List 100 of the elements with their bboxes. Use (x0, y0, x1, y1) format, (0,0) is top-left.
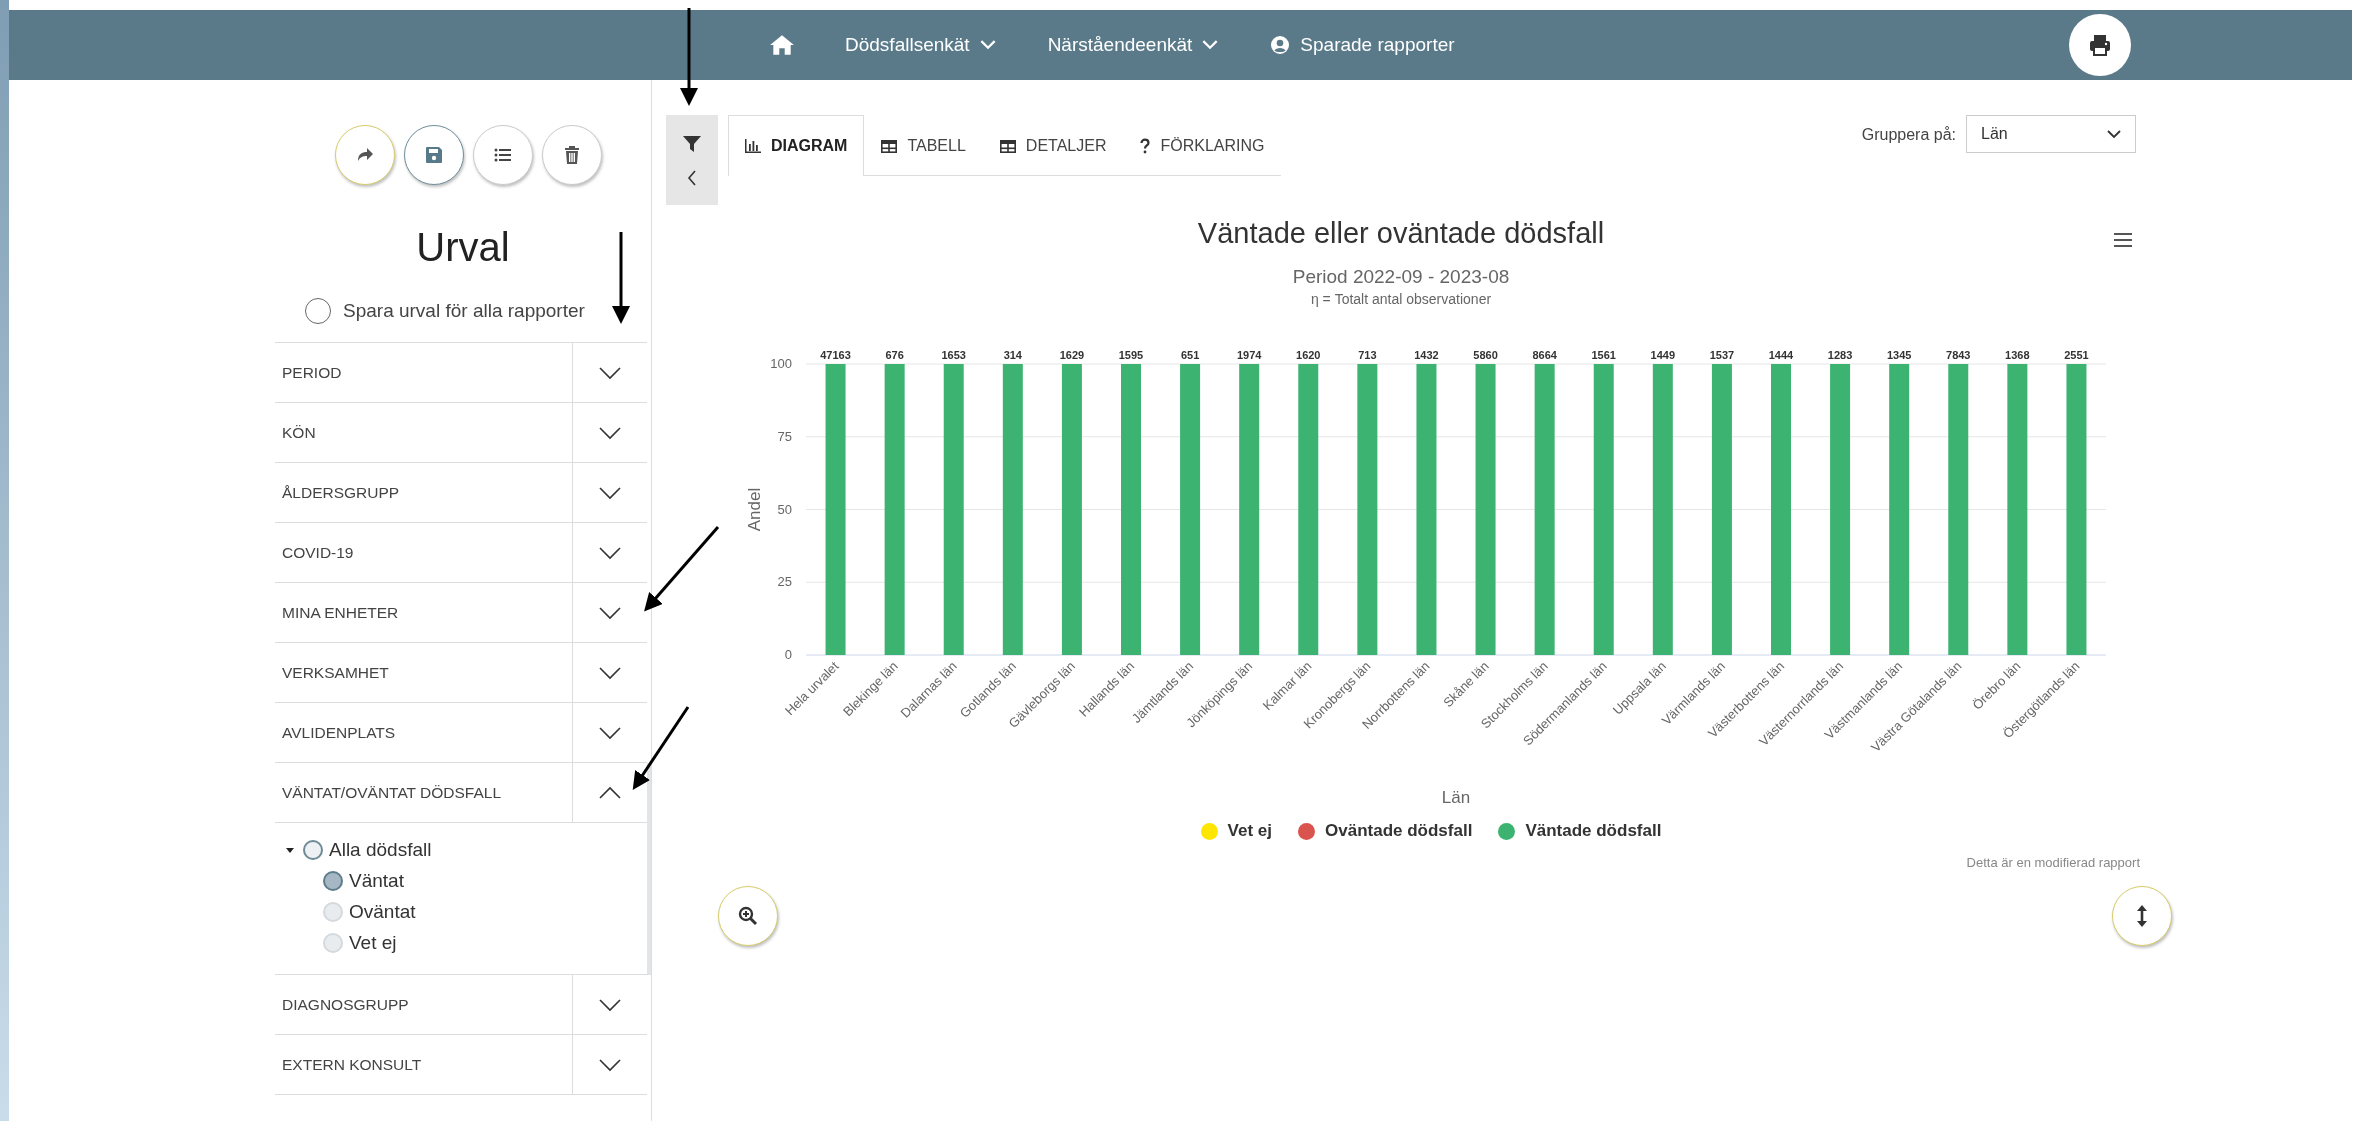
panel-title: Urval (415, 225, 511, 270)
list-button[interactable] (472, 125, 533, 185)
data-label: 1537 (1709, 349, 1735, 361)
legend-item[interactable]: Oväntade dödsfall (1298, 821, 1473, 841)
filter-section-header[interactable]: VÄNTAT/OVÄNTAT DÖDSFALL (275, 763, 572, 822)
option-label[interactable]: Oväntat (349, 900, 416, 923)
delete-button[interactable] (541, 125, 602, 185)
data-label: 1629 (1059, 349, 1085, 361)
nav-dropdown[interactable]: Närståendeenkät (1047, 34, 1219, 56)
axis-title: Län (1441, 788, 1471, 807)
bar[interactable] (825, 364, 846, 655)
save-all-option[interactable]: Spara urval för alla rapporter (305, 298, 651, 324)
bar[interactable] (1002, 364, 1023, 655)
zoom-in-icon (738, 906, 758, 926)
axis-tick-label: 50 (777, 501, 792, 517)
data-label: 651 (1180, 349, 1200, 361)
chart-note: η = Totalt antal observationer (1309, 291, 1493, 307)
tab[interactable]: DETALJER (982, 115, 1124, 176)
bar[interactable] (1534, 364, 1555, 655)
filter-section-header[interactable]: DIAGNOSGRUPP (275, 975, 572, 1034)
data-label: 47163 (820, 349, 851, 361)
filter-section-header[interactable]: PERIOD (275, 343, 572, 402)
bar[interactable] (2066, 364, 2087, 655)
bar[interactable] (884, 364, 905, 655)
group-by-select[interactable]: Län (1966, 115, 2136, 153)
radio-button[interactable] (323, 870, 343, 891)
data-label: 1444 (1768, 349, 1794, 361)
bar[interactable] (2007, 364, 2028, 655)
bar[interactable] (1711, 364, 1732, 655)
bar[interactable] (1061, 364, 1082, 655)
bar[interactable] (1593, 364, 1614, 655)
saved-reports-link[interactable]: Sparade rapporter (1270, 34, 1455, 56)
save-button[interactable] (403, 125, 464, 185)
caret-down-icon[interactable] (285, 845, 295, 855)
share-button[interactable] (334, 125, 395, 185)
data-label: 713 (1358, 349, 1377, 361)
legend-item[interactable]: Vet ej (1200, 821, 1272, 841)
radio-button[interactable] (305, 298, 331, 324)
data-label: 1595 (1118, 349, 1144, 361)
table-icon (881, 139, 898, 153)
data-label: 5860 (1473, 349, 1498, 361)
axis-tick-label: 25 (777, 574, 792, 590)
printer-icon (2088, 33, 2112, 57)
filter-section-header[interactable]: KÖN (275, 403, 572, 462)
bar[interactable] (1948, 364, 1969, 655)
group-by-label: Gruppera på: (1861, 126, 1956, 144)
bar[interactable] (1475, 364, 1496, 655)
option-label[interactable]: Alla dödsfall (329, 839, 432, 861)
user-icon (1270, 35, 1291, 55)
bar[interactable] (1298, 364, 1319, 655)
bar[interactable] (1830, 364, 1851, 655)
filter-section-header[interactable]: AVLIDENPLATS (275, 703, 572, 762)
data-label: 8664 (1532, 349, 1557, 361)
menu-icon (2114, 233, 2132, 247)
resize-button[interactable] (2112, 886, 2172, 946)
data-label: 1974 (1236, 349, 1262, 361)
axis-tick-label: 0 (784, 647, 792, 662)
data-label: 314 (1003, 349, 1022, 361)
filter-section-header[interactable]: EXTERN KONSULT (275, 1035, 572, 1094)
data-label: 1368 (2005, 349, 2030, 361)
tab[interactable]: DIAGRAM (728, 115, 865, 176)
bar[interactable] (1889, 364, 1910, 655)
data-label: 676 (885, 349, 904, 361)
bar[interactable] (1357, 364, 1378, 655)
legend-item[interactable]: Väntade dödsfall (1498, 821, 1662, 841)
chevron-down-icon (2107, 129, 2121, 139)
tab[interactable]: TABELL (864, 115, 983, 176)
data-label: 2551 (2064, 349, 2089, 361)
tab[interactable]: FÖRKLARING (1123, 115, 1282, 176)
filter-section-header[interactable]: MINA ENHETER (275, 583, 572, 642)
chevron-down-icon (979, 40, 996, 50)
bar-chart-icon (745, 139, 761, 153)
axis-title: Andel (746, 487, 764, 532)
filter-section-header[interactable]: COVID-19 (275, 523, 572, 582)
data-label: 1432 (1414, 349, 1439, 361)
filter-toggle-button[interactable] (666, 115, 718, 205)
axis-tick-label: 100 (770, 356, 792, 371)
bar[interactable] (1416, 364, 1437, 655)
nav-dropdown[interactable]: Dödsfallsenkät (845, 34, 996, 56)
chart-title: Väntade eller oväntade dödsfall (1197, 217, 1605, 250)
home-icon[interactable] (769, 34, 795, 56)
question-mark-icon (1140, 138, 1151, 154)
report-note: Detta är en modifierad rapport (1965, 855, 2140, 870)
bar[interactable] (1180, 364, 1201, 655)
bar[interactable] (1239, 364, 1260, 655)
option-label[interactable]: Väntat (349, 869, 404, 892)
bar[interactable] (943, 364, 964, 655)
bar[interactable] (1652, 364, 1673, 655)
data-label: 1561 (1591, 349, 1616, 361)
data-label: 1345 (1886, 349, 1912, 361)
radio-button[interactable] (303, 840, 323, 860)
data-label: 1283 (1827, 349, 1853, 361)
option-label[interactable]: Vet ej (349, 931, 397, 954)
chart-subtitle: Period 2022-09 - 2023-08 (1291, 266, 1511, 288)
filter-icon (682, 134, 702, 154)
filter-section-header[interactable]: ÅLDERSGRUPP (275, 463, 572, 522)
vertical-arrows-icon (2136, 905, 2148, 927)
zoom-in-button[interactable] (718, 886, 778, 946)
filter-section-header[interactable]: VERKSAMHET (275, 643, 572, 702)
data-label: 7843 (1946, 349, 1971, 361)
